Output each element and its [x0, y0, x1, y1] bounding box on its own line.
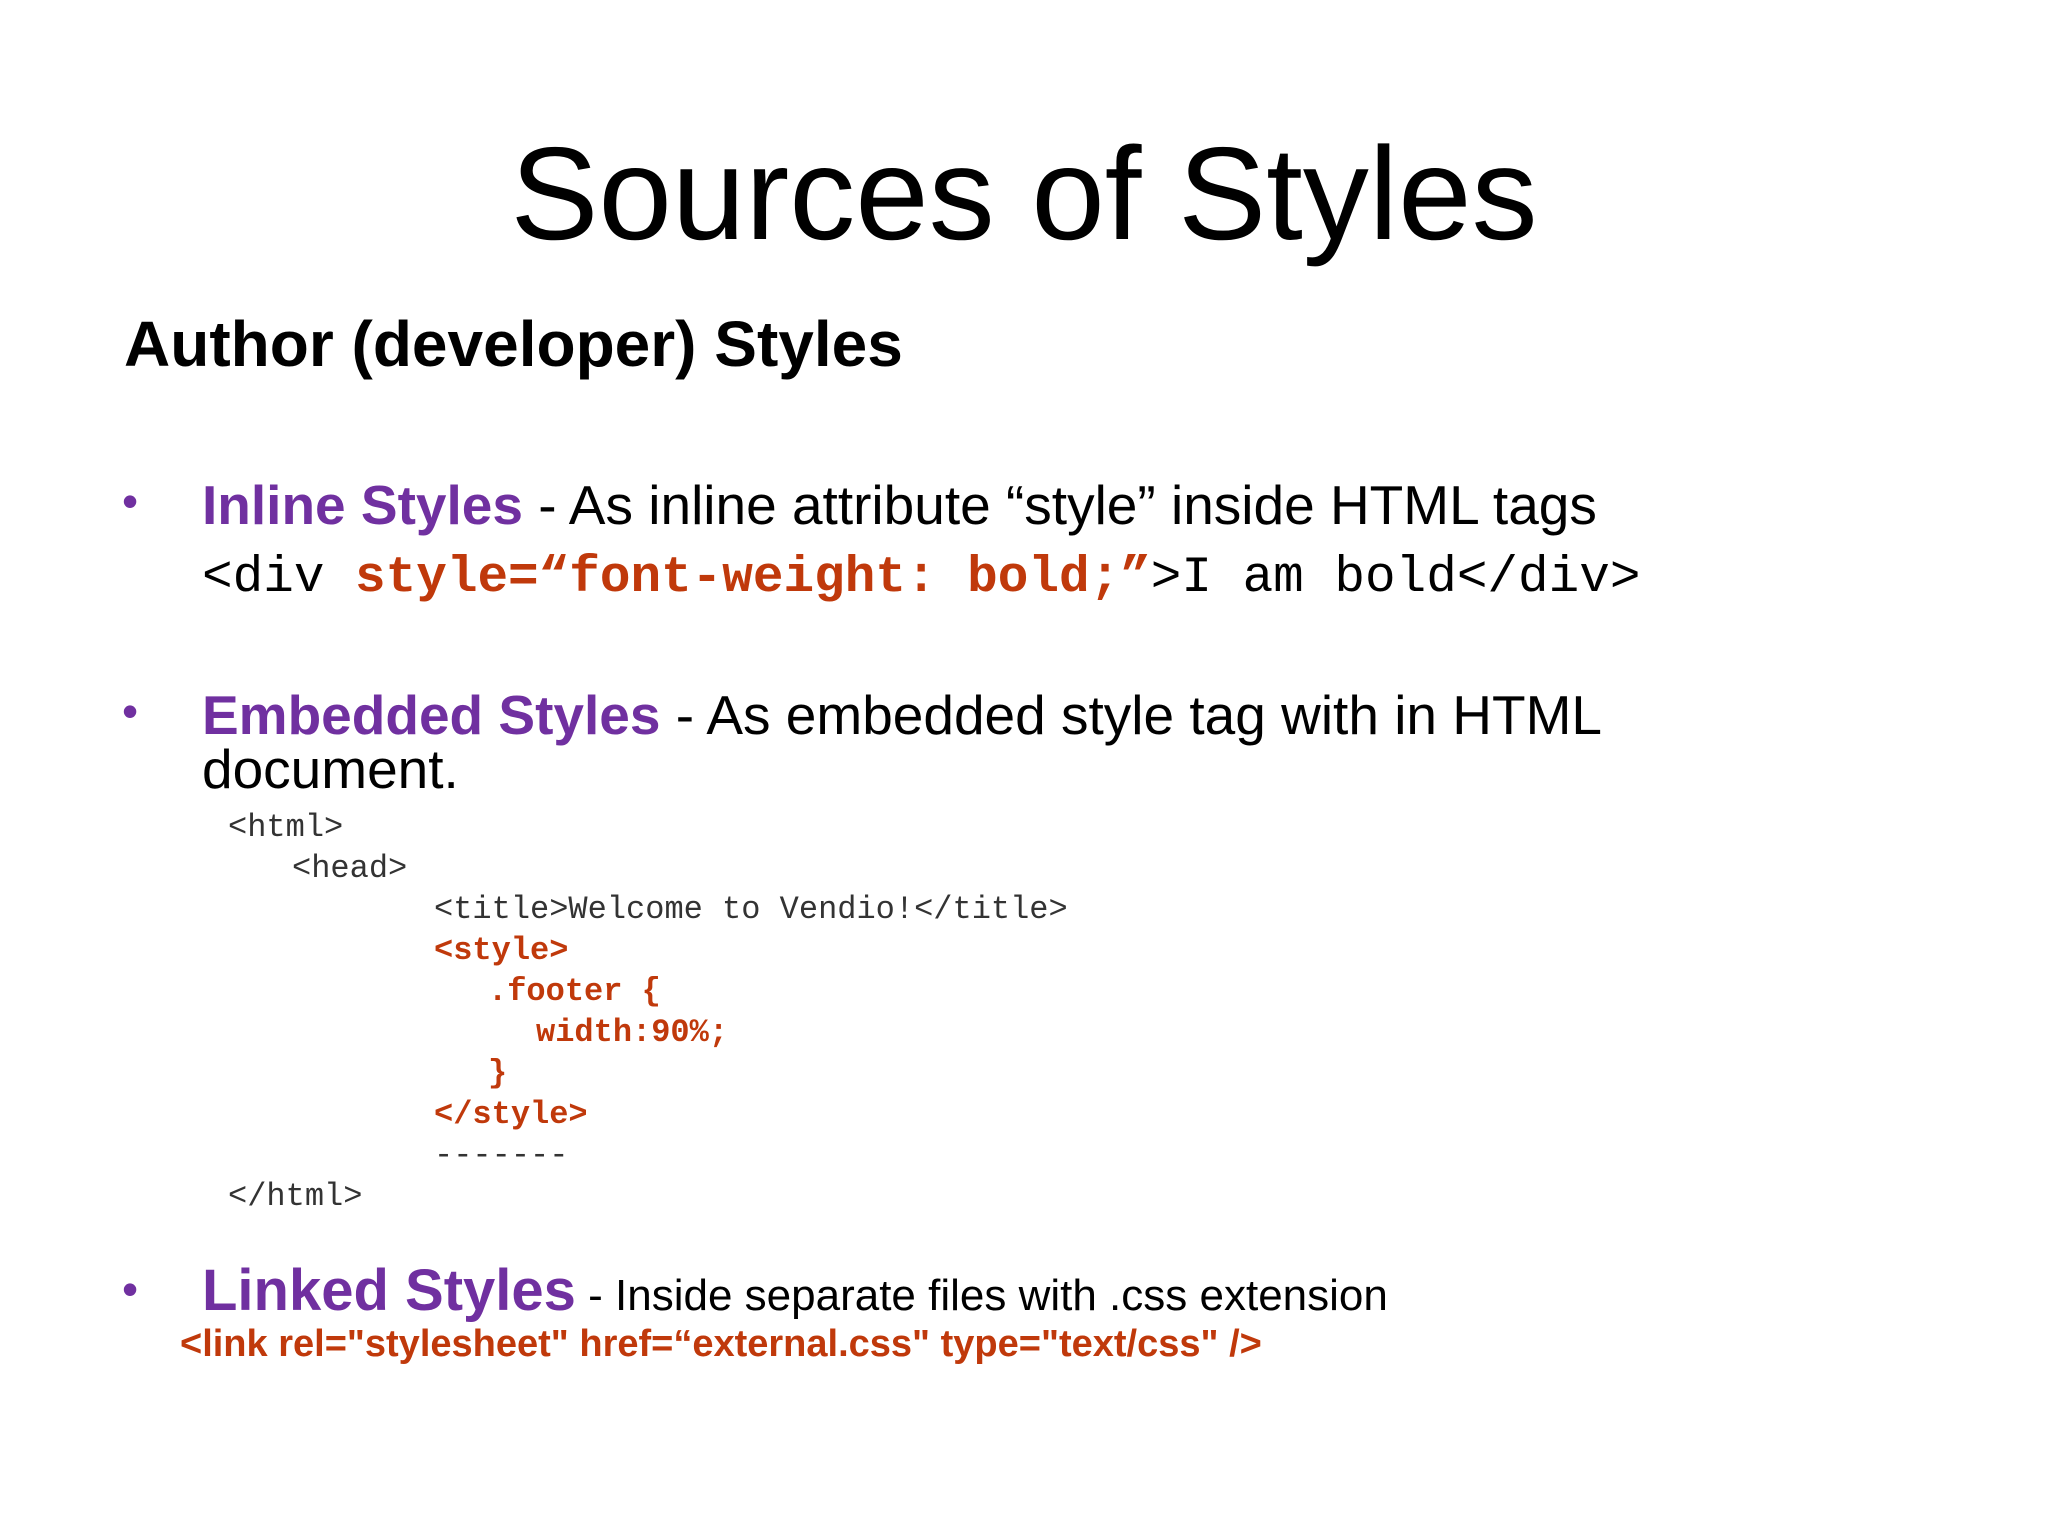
embedded-code-line: </html> — [228, 1178, 363, 1215]
inline-styles-code: <div style=“font-weight: bold;”>I am bol… — [202, 553, 1640, 604]
embedded-code-line: <head> — [292, 850, 408, 887]
slide-subtitle: Author (developer) Styles — [124, 308, 903, 380]
linked-styles-code: <link rel="stylesheet" href=“external.cs… — [180, 1323, 1262, 1365]
embedded-styles-item: Embedded Styles - As embedded style tag … — [202, 688, 1602, 743]
embedded-code-line: width:90%; — [536, 1014, 729, 1051]
bullet-dot-embedded: • — [122, 685, 139, 737]
linked-styles-item: Linked Styles - Inside separate files wi… — [202, 1262, 1388, 1320]
bullet-dot-linked: • — [122, 1263, 139, 1315]
embedded-styles-desc-2: document. — [202, 738, 459, 800]
embedded-code-line: </style> — [434, 1096, 588, 1133]
embedded-styles-term: Embedded Styles — [202, 684, 661, 746]
embedded-code-line: .footer { — [488, 973, 661, 1010]
embedded-code-line: } — [488, 1055, 508, 1092]
embedded-code-line: <title>Welcome to Vendio!</title> — [434, 891, 1068, 928]
inline-code-open: <div — [202, 550, 356, 607]
bullet-dot-inline: • — [122, 475, 139, 527]
linked-styles-term: Linked Styles — [202, 1258, 576, 1323]
inline-code-close: >I am bold</div> — [1150, 550, 1641, 607]
embedded-code-line: <style> — [434, 932, 569, 969]
embedded-styles-desc: - As embedded style tag with in HTML — [660, 684, 1603, 746]
embedded-code-line: ------- — [434, 1137, 569, 1174]
inline-styles-desc: - As inline attribute “style” inside HTM… — [522, 474, 1597, 536]
linked-styles-desc: - Inside separate files with .css extens… — [575, 1271, 1388, 1320]
inline-styles-term: Inline Styles — [202, 474, 523, 536]
inline-code-attr: style=“font-weight: bold;” — [355, 550, 1151, 607]
embedded-code-line: <html> — [228, 809, 344, 846]
slide: Sources of Styles Author (developer) Sty… — [0, 0, 2048, 1536]
inline-styles-item: Inline Styles - As inline attribute “sty… — [202, 478, 1597, 533]
slide-title: Sources of Styles — [510, 120, 1538, 267]
